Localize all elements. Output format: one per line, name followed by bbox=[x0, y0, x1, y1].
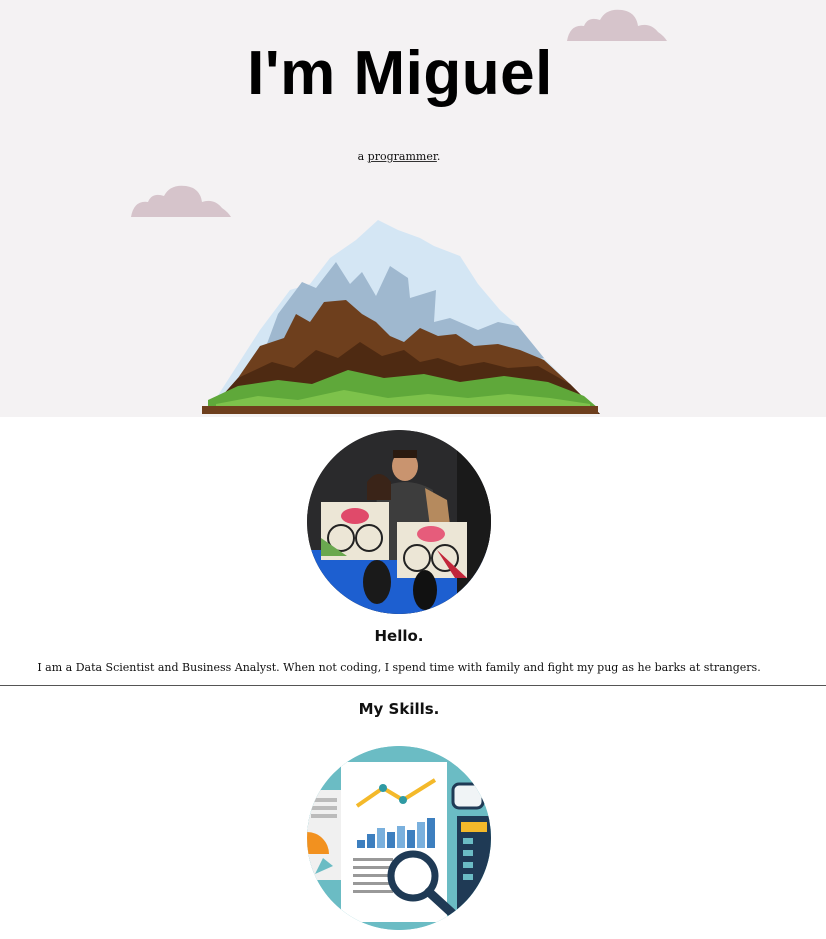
skills-heading: My Skills. bbox=[358, 700, 440, 718]
page-title: I'm Miguel bbox=[247, 39, 553, 108]
section-divider bbox=[0, 685, 826, 686]
about-bio: I am a Data Scientist and Business Analy… bbox=[37, 661, 761, 674]
profile-photo bbox=[307, 430, 491, 614]
cloud-icon bbox=[567, 9, 667, 41]
typed-word: programmer bbox=[367, 150, 437, 163]
photo-image bbox=[307, 430, 491, 614]
cloud-icon bbox=[131, 185, 231, 217]
tagline: a programmer. bbox=[357, 150, 441, 163]
mountain-illustration bbox=[202, 220, 600, 414]
about-heading: Hello. bbox=[374, 627, 424, 645]
skills-illustration bbox=[307, 746, 491, 930]
analytics-icon bbox=[307, 746, 491, 930]
hero-section: I'm Miguel a programmer. bbox=[0, 0, 826, 417]
